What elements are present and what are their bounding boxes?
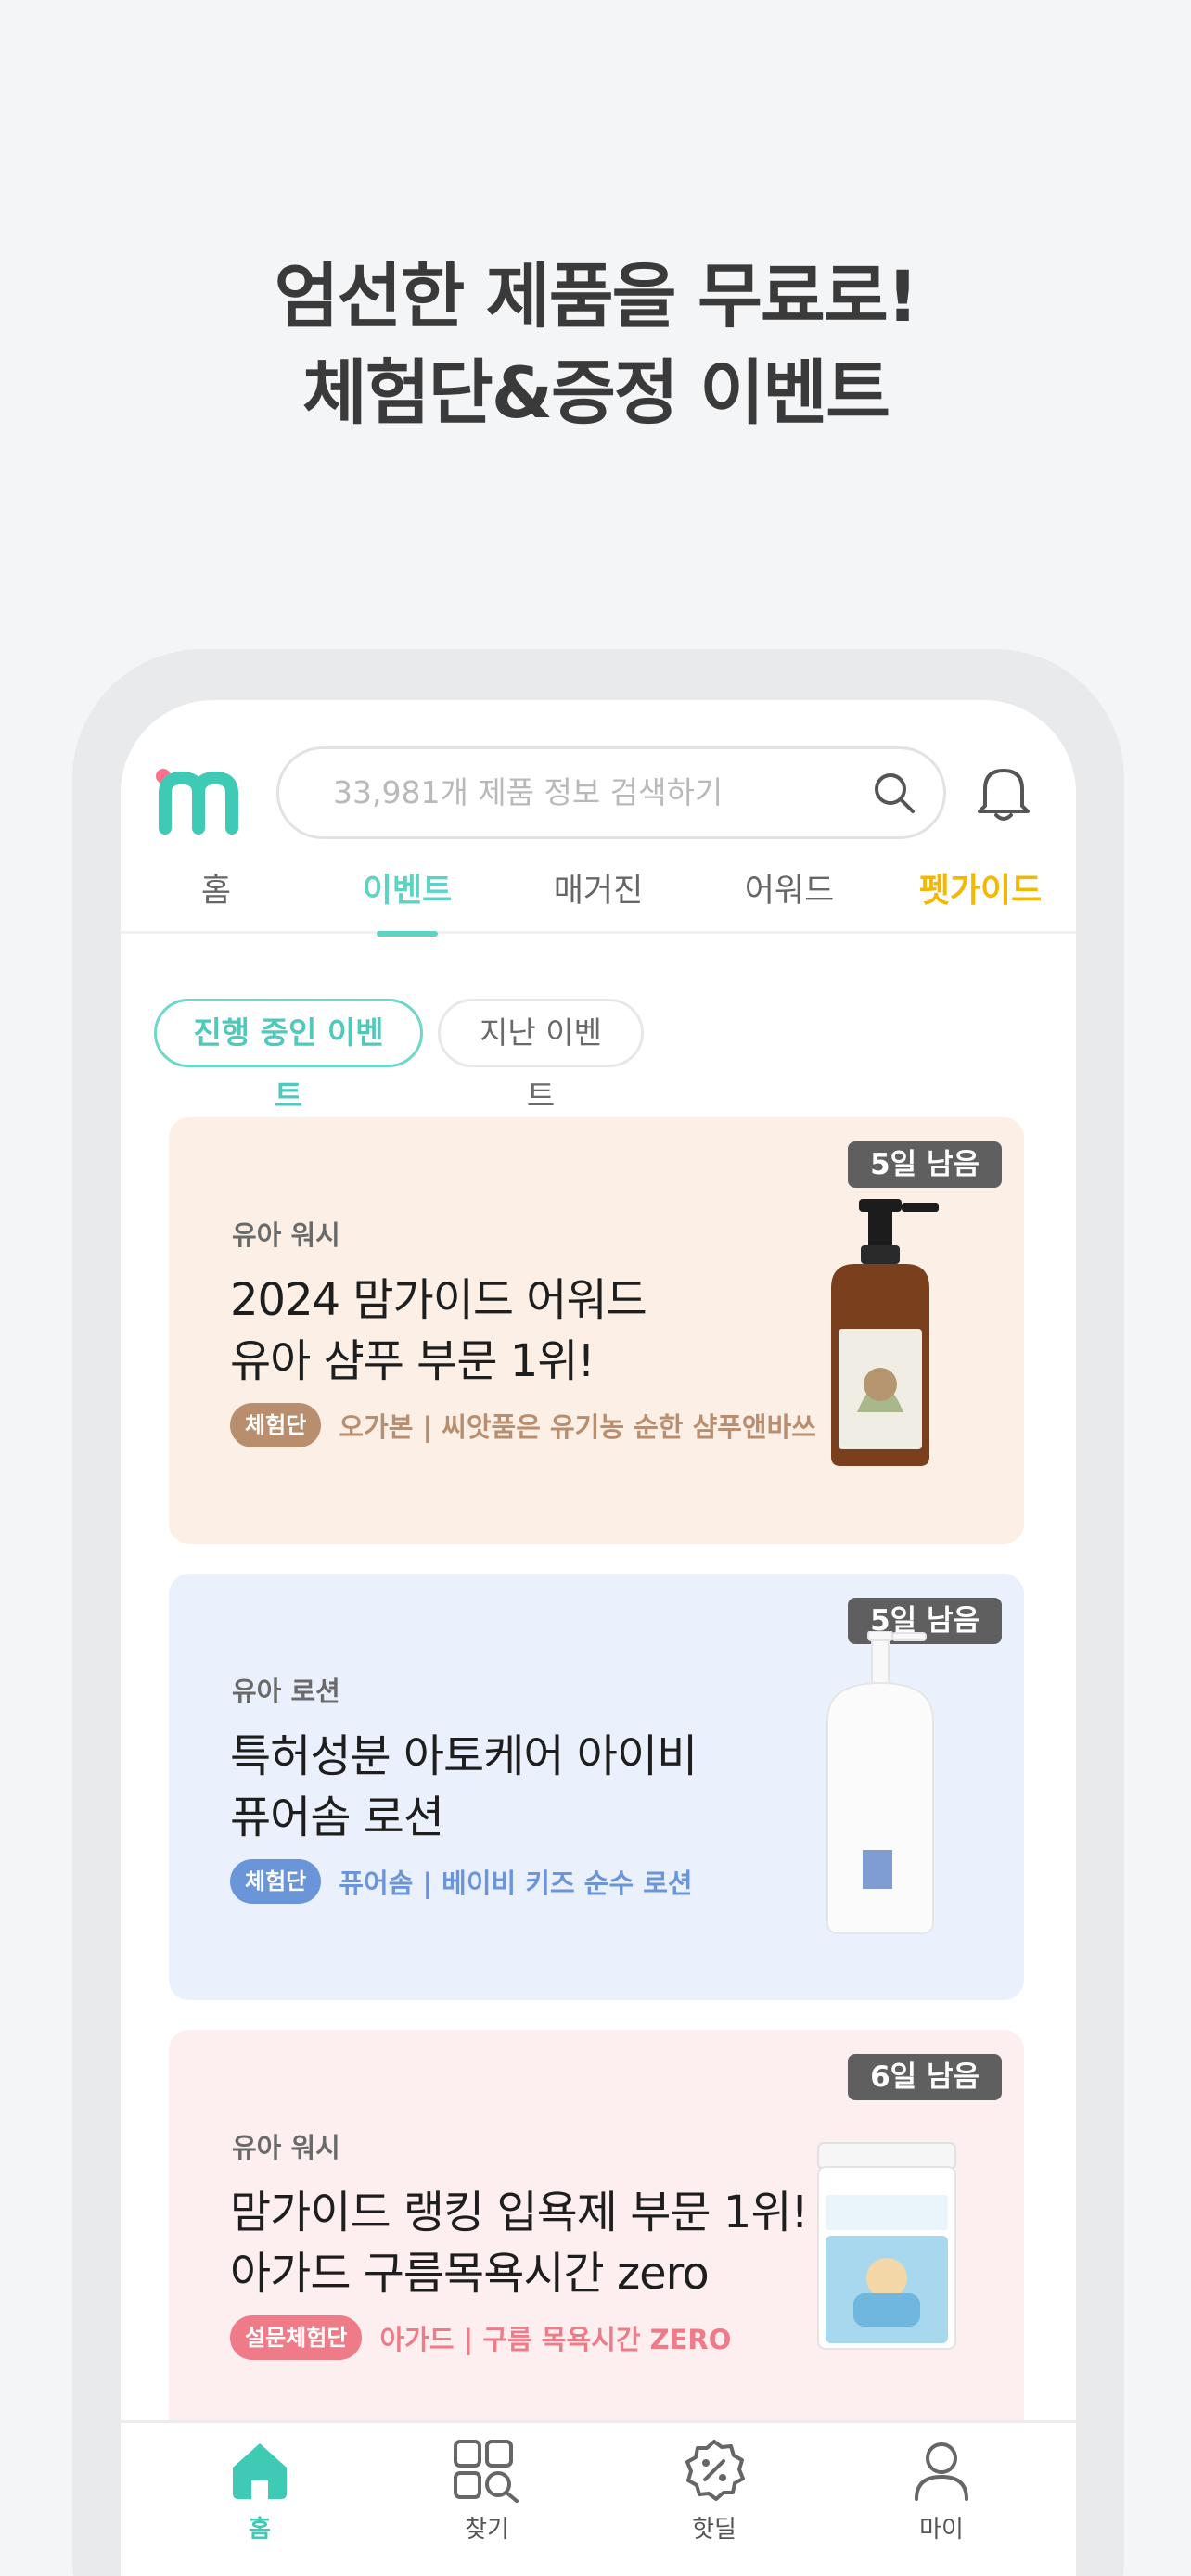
event-card[interactable]: 6일 남음 유아 워시 맘가이드 랭킹 입욕제 부문 1위! 아가드 구름목욕시… [169, 2030, 1024, 2456]
find-icon [454, 2440, 519, 2503]
promo-headline-line2: 체험단&증정 이벤트 [301, 351, 890, 434]
shampoo-bottle-image [831, 1199, 939, 1466]
event-tag-row: 체험단 퓨어솜 | 베이비 키즈 순수 로션 [230, 1859, 693, 1906]
event-title: 맘가이드 랭킹 입욕제 부문 1위! 아가드 구름목욕시간 zero [230, 2182, 809, 2304]
event-title: 2024 맘가이드 어워드 유아 샴푸 부문 1위! [230, 1269, 647, 1392]
event-title-line2: 유아 샴푸 부문 1위! [230, 1335, 596, 1387]
tab-event[interactable]: 이벤트 [312, 848, 503, 937]
notification-bell-icon[interactable] [974, 761, 1033, 824]
event-tag-row: 체험단 오가본 | 씨앗품은 유기농 순한 샴푸앤바쓰 [230, 1403, 816, 1449]
days-left-badge: 6일 남음 [848, 2054, 1002, 2100]
event-title: 특허성분 아토케어 아이비 퓨어솜 로션 [230, 1726, 698, 1848]
bottom-navigation: 홈 찾기 핫딜 마이 [121, 2420, 1076, 2576]
event-brand-product: 퓨어솜 | 베이비 키즈 순수 로션 [339, 1868, 693, 1899]
event-type-tag: 체험단 [230, 1859, 322, 1904]
event-brand-product: 오가본 | 씨앗품은 유기농 순한 샴푸앤바쓰 [339, 1411, 816, 1443]
event-tag-row: 설문체험단 아가드 | 구름 목욕시간 ZERO [230, 2315, 731, 2362]
event-category: 유아 워시 [232, 2132, 340, 2163]
event-category: 유아 워시 [232, 1219, 340, 1251]
event-type-tag: 체험단 [230, 1403, 322, 1447]
nav-find[interactable]: 찾기 [422, 2438, 552, 2544]
event-title-line2: 퓨어솜 로션 [230, 1792, 444, 1843]
search-icon[interactable] [871, 770, 917, 816]
event-title-line1: 맘가이드 랭킹 입욕제 부문 1위! [230, 2187, 809, 2238]
search-bar[interactable]: 33,981개 제품 정보 검색하기 [276, 746, 946, 839]
tab-magazine[interactable]: 매거진 [503, 848, 694, 934]
nav-home[interactable]: 홈 [195, 2438, 325, 2544]
bath-product-jar-image [817, 2142, 956, 2350]
tab-home[interactable]: 홈 [121, 848, 312, 934]
nav-my-label: 마이 [919, 2516, 964, 2544]
main-tabs: 홈 이벤트 매거진 어워드 펫가이드 [121, 848, 1076, 937]
nav-find-label: 찾기 [465, 2516, 509, 2544]
nav-my[interactable]: 마이 [877, 2438, 1006, 2544]
promo-headline: 엄선한 제품을 무료로! 체험단&증정 이벤트 [0, 249, 1191, 441]
nav-home-label: 홈 [249, 2516, 271, 2544]
event-category: 유아 로션 [232, 1676, 340, 1707]
filter-ongoing-events[interactable]: 진행 중인 이벤트 [154, 999, 423, 1114]
promo-headline-line1: 엄선한 제품을 무료로! [274, 255, 919, 338]
tab-award[interactable]: 어워드 [694, 848, 885, 934]
event-card[interactable]: 5일 남음 유아 워시 2024 맘가이드 어워드 유아 샴푸 부문 1위! 체… [169, 1117, 1024, 1544]
nav-hot-deal[interactable]: 핫딜 [649, 2438, 779, 2544]
filter-past-events[interactable]: 지난 이벤트 [438, 999, 644, 1114]
momguide-logo[interactable] [152, 761, 282, 835]
search-placeholder: 33,981개 제품 정보 검색하기 [333, 774, 724, 810]
event-title-line1: 특허성분 아토케어 아이비 [230, 1730, 698, 1782]
app-screen: 33,981개 제품 정보 검색하기 홈 이벤트 매거진 어워드 펫가이드 진행… [121, 700, 1076, 2576]
event-brand-product: 아가드 | 구름 목욕시간 ZERO [379, 2324, 732, 2355]
tab-pet-guide[interactable]: 펫가이드 [885, 848, 1076, 934]
nav-hot-deal-label: 핫딜 [692, 2516, 736, 2544]
discount-icon [685, 2440, 745, 2501]
event-title-line2: 아가드 구름목욕시간 zero [230, 2248, 710, 2300]
event-type-tag: 설문체험단 [230, 2315, 363, 2360]
lotion-bottle-image [826, 1631, 934, 1934]
home-icon [233, 2443, 287, 2499]
days-left-badge: 5일 남음 [848, 1141, 1002, 1188]
person-icon [915, 2442, 968, 2501]
event-title-line1: 2024 맘가이드 어워드 [230, 1274, 647, 1326]
event-card[interactable]: 5일 남음 유아 로션 특허성분 아토케어 아이비 퓨어솜 로션 체험단 퓨어솜… [169, 1574, 1024, 2000]
